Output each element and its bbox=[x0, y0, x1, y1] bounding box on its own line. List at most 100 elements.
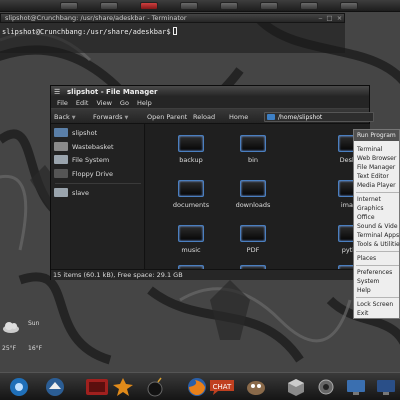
menu-item-terminal-apps[interactable]: Terminal Apps bbox=[357, 231, 399, 240]
sidebar-item-file-system[interactable]: File System bbox=[54, 154, 109, 165]
folder-icon bbox=[267, 114, 275, 120]
folder-item[interactable]: downloads bbox=[228, 180, 278, 220]
sidebar-item-home[interactable]: slipshot bbox=[54, 127, 97, 138]
terminal-prompt: slipshot@Crunchbang:/usr/share/adeskbar$ bbox=[2, 28, 171, 36]
file-manager-titlebar[interactable]: ☰ slipshot - File Manager bbox=[51, 86, 369, 97]
trash-icon bbox=[54, 142, 68, 151]
menu-item-text-editor[interactable]: Text Editor bbox=[357, 172, 389, 181]
firefox-icon[interactable] bbox=[186, 377, 208, 397]
burst-icon[interactable] bbox=[112, 377, 134, 397]
sidebar-item-wastebasket[interactable]: Wastebasket bbox=[54, 141, 114, 152]
folder-item[interactable]: backup bbox=[166, 135, 216, 175]
menu-item-sound-video[interactable]: Sound & Vide bbox=[357, 222, 398, 231]
panel-launcher-3[interactable] bbox=[140, 2, 158, 10]
folder-label: backup bbox=[179, 156, 203, 164]
minimize-icon[interactable]: ‒ bbox=[317, 15, 324, 22]
toolbar: Back ▼ Forwards ▼ Open Parent Reload Home … bbox=[51, 108, 374, 124]
folder-icon bbox=[240, 180, 266, 197]
reload-button[interactable]: Reload bbox=[193, 113, 215, 121]
menu-go[interactable]: Go bbox=[120, 99, 129, 107]
sidebar-item-label: slave bbox=[72, 188, 90, 197]
forwards-dropdown-icon[interactable]: ▼ bbox=[125, 115, 129, 121]
floppy-icon bbox=[54, 169, 68, 178]
menu-view[interactable]: View bbox=[96, 99, 111, 107]
menu-item-office[interactable]: Office bbox=[357, 213, 375, 222]
menu-item-media-player[interactable]: Media Player bbox=[357, 181, 396, 190]
menu-separator bbox=[356, 297, 399, 298]
menu-item-lock-screen[interactable]: Lock Screen bbox=[357, 300, 393, 309]
terminal-icon[interactable] bbox=[85, 377, 109, 397]
folder-icon bbox=[240, 135, 266, 152]
file-view[interactable]: backup bin Deskto documents downloads im… bbox=[146, 124, 370, 269]
menu-help[interactable]: Help bbox=[137, 99, 152, 107]
window-menu-icon[interactable]: ☰ bbox=[54, 88, 62, 96]
terminal-cursor bbox=[172, 27, 177, 35]
bomb-icon[interactable] bbox=[145, 377, 165, 397]
menubar: File Edit View Go Help bbox=[51, 97, 369, 108]
menu-item-internet[interactable]: Internet bbox=[357, 195, 381, 204]
back-label: Back bbox=[54, 113, 70, 121]
menu-item-graphics[interactable]: Graphics bbox=[357, 204, 384, 213]
sidebar-item-floppy[interactable]: Floppy Drive bbox=[54, 168, 113, 179]
open-parent-button[interactable]: Open Parent bbox=[147, 113, 187, 121]
close-icon[interactable]: × bbox=[336, 15, 343, 22]
root-menu: Run Program Terminal Web Browser File Ma… bbox=[353, 129, 400, 319]
screen-icon[interactable] bbox=[345, 377, 367, 397]
panel-launcher-6[interactable] bbox=[260, 2, 278, 10]
status-bar: 15 items (60.1 kB), Free space: 29.1 GB bbox=[51, 269, 369, 280]
menu-item-file-manager[interactable]: File Manager bbox=[357, 163, 395, 172]
forwards-button[interactable]: Forwards ▼ bbox=[93, 113, 128, 121]
menu-item-places[interactable]: Places bbox=[357, 254, 376, 263]
back-dropdown-icon[interactable]: ▼ bbox=[72, 115, 76, 121]
gimp-icon[interactable] bbox=[245, 377, 267, 397]
panel-launcher-8[interactable] bbox=[340, 2, 358, 10]
menu-item-system[interactable]: System bbox=[357, 277, 379, 286]
panel-launcher-7[interactable] bbox=[300, 2, 318, 10]
menu-file[interactable]: File bbox=[57, 99, 68, 107]
sidebar-item-label: slipshot bbox=[72, 128, 98, 137]
settings-icon[interactable] bbox=[315, 377, 337, 397]
weather-day: Sun bbox=[28, 320, 40, 327]
file-manager-icon[interactable] bbox=[44, 377, 66, 397]
folder-item[interactable]: music bbox=[166, 225, 216, 265]
location-bar[interactable]: /home/slipshot bbox=[264, 112, 374, 122]
menu-edit[interactable]: Edit bbox=[76, 99, 89, 107]
folder-icon bbox=[240, 225, 266, 242]
home-button[interactable]: Home bbox=[229, 113, 248, 121]
menu-item-run-program[interactable]: Run Program bbox=[354, 130, 399, 141]
menu-item-preferences[interactable]: Preferences bbox=[357, 268, 392, 277]
folder-item[interactable]: bin bbox=[228, 135, 278, 175]
menu-item-terminal[interactable]: Terminal bbox=[357, 145, 382, 154]
terminal-title: slipshot@Crunchbang: /usr/share/adeskbar… bbox=[5, 14, 187, 22]
cube-icon[interactable] bbox=[285, 377, 307, 397]
sidebar-item-slave[interactable]: slave bbox=[54, 187, 89, 198]
location-path: /home/slipshot bbox=[278, 113, 323, 121]
crunchbang-icon[interactable] bbox=[8, 377, 30, 397]
folder-label: bin bbox=[247, 156, 259, 164]
terminal-body[interactable]: slipshot@Crunchbang:/usr/share/adeskbar$ bbox=[0, 23, 345, 53]
menu-item-exit[interactable]: Exit bbox=[357, 309, 368, 318]
panel-launcher-1[interactable] bbox=[60, 2, 78, 10]
panel-launcher-2[interactable] bbox=[100, 2, 118, 10]
home-folder-icon bbox=[54, 128, 68, 137]
terminal-titlebar[interactable]: slipshot@Crunchbang: /usr/share/adeskbar… bbox=[0, 13, 345, 23]
chat-icon[interactable]: CHAT bbox=[208, 377, 238, 397]
file-manager-window: ☰ slipshot - File Manager File Edit View… bbox=[50, 85, 374, 280]
folder-item[interactable]: documents bbox=[166, 180, 216, 220]
back-button[interactable]: Back ▼ bbox=[54, 113, 76, 121]
folder-icon bbox=[178, 180, 204, 197]
menu-item-web-browser[interactable]: Web Browser bbox=[357, 154, 396, 163]
maximize-icon[interactable]: □ bbox=[326, 15, 333, 22]
menu-separator bbox=[356, 192, 399, 193]
menu-item-help[interactable]: Help bbox=[357, 286, 371, 295]
folder-item[interactable]: PDF bbox=[228, 225, 278, 265]
panel-launcher-5[interactable] bbox=[220, 2, 238, 10]
weather-widget: Sun 25°F 16°F bbox=[0, 310, 48, 370]
weather-low: 16°F bbox=[28, 345, 43, 352]
panel-launcher-4[interactable] bbox=[180, 2, 198, 10]
top-panel bbox=[0, 0, 400, 12]
svg-text:CHAT: CHAT bbox=[213, 383, 232, 391]
menu-separator bbox=[356, 251, 399, 252]
screen-icon[interactable] bbox=[375, 377, 397, 397]
menu-item-tools-utilities[interactable]: Tools & Utilitie bbox=[357, 240, 400, 249]
